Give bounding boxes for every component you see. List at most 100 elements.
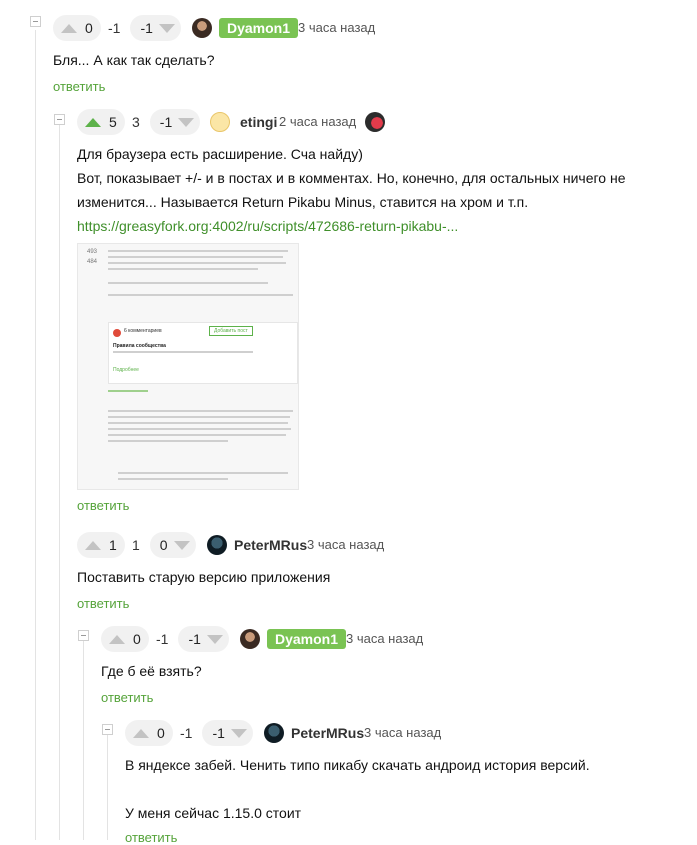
screenshot-avatar (113, 329, 121, 337)
reply-link[interactable]: ответить (125, 830, 177, 845)
vote-pill: 0 (53, 15, 101, 41)
timestamp[interactable]: 3 часа назад (307, 537, 384, 552)
thread-line (107, 734, 108, 840)
rating-total: 0 (159, 537, 168, 553)
minus-count: -1 (156, 631, 169, 647)
screenshot-comment-count: 6 комментариев (124, 328, 162, 334)
total-pill: -1 (130, 15, 181, 41)
screenshot-text-line (108, 256, 283, 258)
author-name[interactable]: PeterMRus (234, 537, 307, 553)
rating-block: 0 -1 -1 (125, 720, 253, 746)
attached-screenshot[interactable]: 493 484 6 комментариев Добавить пост Пра… (77, 243, 299, 490)
thread-line (59, 124, 60, 840)
vote-pill: 5 (77, 109, 125, 135)
author-name[interactable]: Dyamon1 (219, 18, 299, 38)
screenshot-more-link: Подробнее (113, 367, 139, 373)
plus-count: 0 (157, 725, 165, 741)
timestamp[interactable]: 3 часа назад (298, 20, 375, 35)
rating-total: -1 (159, 114, 173, 130)
screenshot-text-line (118, 478, 228, 480)
screenshot-text-line (108, 440, 228, 442)
screenshot-text-line (108, 294, 293, 296)
collapse-toggle[interactable] (54, 114, 65, 125)
plus-count: 1 (109, 537, 117, 553)
screenshot-rating-bottom: 484 (87, 259, 98, 265)
screenshot-rating-top: 493 (87, 249, 98, 255)
upvote-icon[interactable] (133, 728, 149, 738)
upvote-icon[interactable] (109, 634, 125, 644)
screenshot-text-line (108, 262, 286, 264)
avatar[interactable] (210, 112, 230, 132)
screenshot-text-line (108, 390, 148, 392)
timestamp[interactable]: 3 часа назад (346, 631, 423, 646)
plus-count: 0 (133, 631, 141, 647)
screenshot-text-line (108, 434, 286, 436)
minus-count: -1 (108, 20, 121, 36)
heart-avatar-icon (365, 112, 385, 132)
downvote-icon[interactable] (158, 23, 175, 33)
author-name[interactable]: Dyamon1 (267, 629, 347, 649)
reply-link[interactable]: ответить (53, 79, 105, 94)
reply-link[interactable]: ответить (77, 596, 129, 611)
vote-pill: 0 (101, 626, 149, 652)
upvote-icon[interactable] (61, 23, 77, 33)
timestamp[interactable]: 3 часа назад (364, 725, 441, 740)
screenshot-text-line (108, 416, 290, 418)
minus-count: -1 (180, 725, 193, 741)
avatar[interactable] (192, 18, 212, 38)
rating-block: 5 3 -1 (77, 109, 201, 135)
downvote-icon[interactable] (178, 117, 195, 127)
downvote-icon[interactable] (173, 540, 190, 550)
vote-pill: 0 (125, 720, 173, 746)
collapse-toggle[interactable] (78, 630, 89, 641)
minus-count: 1 (132, 537, 140, 553)
screenshot-community-card: 6 комментариев Добавить пост Правила соо… (108, 322, 298, 384)
rating-block: 0 -1 -1 (101, 626, 229, 652)
extension-link[interactable]: https://greasyfork.org:4002/ru/scripts/4… (77, 218, 458, 234)
total-pill: -1 (202, 720, 253, 746)
comment-text: Поставить старую версию приложения (77, 569, 331, 585)
screenshot-text-line (108, 250, 288, 252)
screenshot-add-post-button: Добавить пост (209, 326, 253, 336)
thread-line (83, 640, 84, 840)
comment-text: изменится... Называется Return Pikabu Mi… (77, 194, 529, 210)
screenshot-text-line (108, 268, 258, 270)
upvote-icon[interactable] (85, 540, 101, 550)
screenshot-text-line (118, 472, 288, 474)
rating-total: -1 (188, 631, 201, 647)
avatar[interactable] (207, 535, 227, 555)
thread-line (35, 30, 36, 840)
screenshot-text-line (108, 422, 288, 424)
rating-block: 0 -1 -1 (53, 15, 181, 41)
total-pill: -1 (149, 109, 201, 135)
comment-text: Для браузера есть расширение. Сча найду) (77, 146, 363, 162)
collapse-toggle[interactable] (30, 16, 41, 27)
downvote-icon[interactable] (230, 728, 247, 738)
comment-text: Где б её взять? (101, 663, 202, 679)
reply-link[interactable]: ответить (77, 498, 129, 513)
rating-total: -1 (212, 725, 225, 741)
comment-text: В яндексе забей. Ченить типо пикабу скач… (125, 757, 590, 773)
rating-total: -1 (140, 20, 153, 36)
reply-link[interactable]: ответить (101, 690, 153, 705)
screenshot-text-line (108, 282, 268, 284)
avatar[interactable] (264, 723, 284, 743)
vote-pill: 1 (77, 532, 125, 558)
downvote-icon[interactable] (206, 634, 223, 644)
upvote-icon[interactable] (85, 117, 101, 127)
collapse-toggle[interactable] (102, 724, 113, 735)
total-pill: -1 (178, 626, 229, 652)
screenshot-rules-title: Правила сообщества (113, 343, 166, 349)
plus-count: 0 (85, 20, 93, 36)
author-name[interactable]: PeterMRus (291, 725, 364, 741)
timestamp[interactable]: 2 часа назад (279, 114, 356, 129)
screenshot-text-line (108, 428, 291, 430)
plus-count: 5 (109, 114, 117, 130)
rating-block: 1 1 0 (77, 532, 196, 558)
author-name[interactable]: etingi (240, 114, 277, 130)
comment-text: У меня сейчас 1.15.0 стоит (125, 805, 302, 821)
screenshot-text-line (108, 410, 293, 412)
comment-text: Вот, показывает +/- и в постах и в комме… (77, 170, 626, 186)
total-pill: 0 (149, 532, 196, 558)
avatar[interactable] (240, 629, 260, 649)
